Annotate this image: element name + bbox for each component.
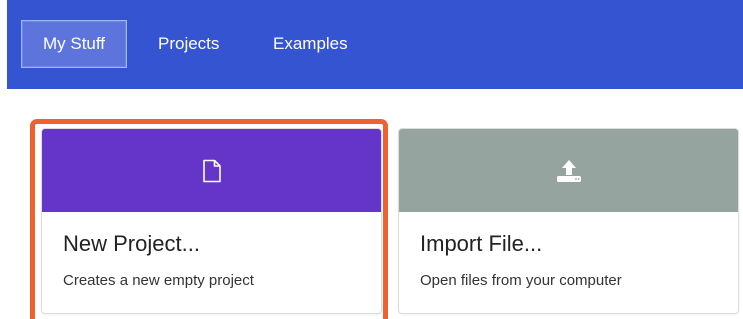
import-file-card[interactable]: Import File... Open files from your comp…: [398, 128, 739, 314]
top-nav-bar: My Stuff Projects Examples: [7, 0, 743, 89]
upload-icon: [399, 129, 738, 212]
highlight-box: [30, 119, 388, 319]
tab-my-stuff[interactable]: My Stuff: [21, 20, 127, 68]
import-file-description: Open files from your computer: [420, 272, 622, 289]
page: My Stuff Projects Examples New Project..…: [0, 0, 743, 319]
tab-projects[interactable]: Projects: [158, 20, 219, 68]
tab-examples[interactable]: Examples: [273, 20, 348, 68]
import-file-card-header: [399, 129, 738, 212]
import-file-title: Import File...: [420, 231, 543, 256]
